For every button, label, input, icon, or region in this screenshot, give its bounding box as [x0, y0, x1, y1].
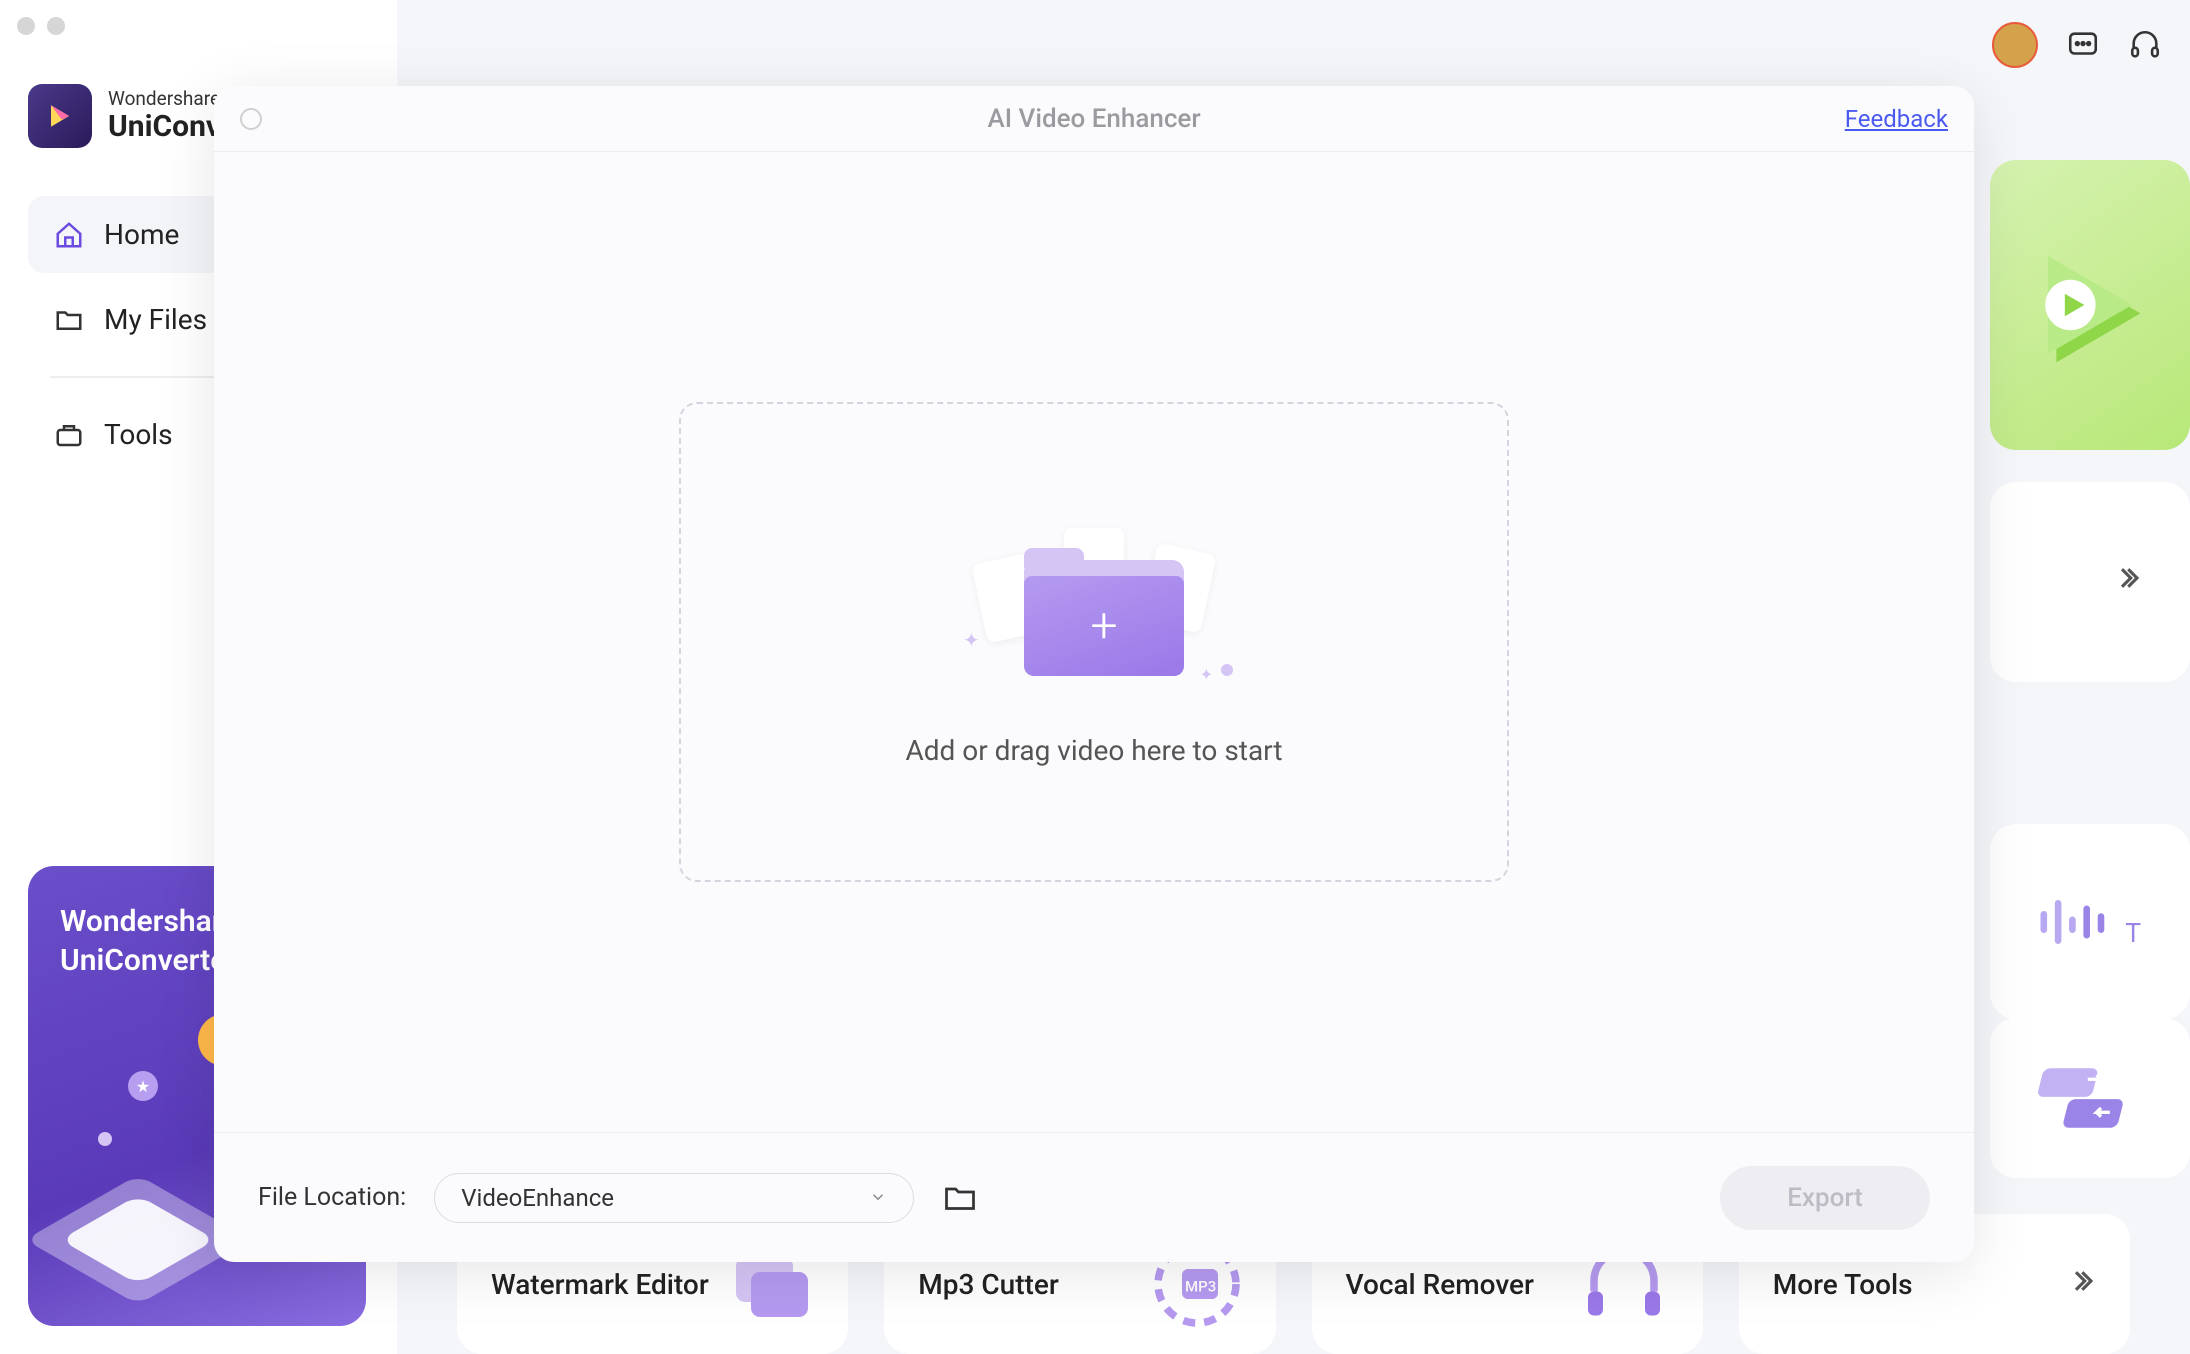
- file-location-label: File Location:: [258, 1183, 406, 1212]
- tool-card-label: More Tools: [1773, 1268, 1913, 1301]
- modal-close-button[interactable]: [240, 108, 262, 130]
- tool-card-label: Vocal Remover: [1346, 1268, 1534, 1301]
- star-icon: ★: [128, 1071, 158, 1101]
- logo-icon: [28, 84, 92, 148]
- drop-zone-illustration: + ✦ ✦: [969, 518, 1219, 678]
- sidebar-item-label: Home: [104, 218, 179, 251]
- scrollbar-thumb[interactable]: [2176, 14, 2186, 1075]
- folder-icon: [54, 305, 84, 335]
- svg-text:MP3: MP3: [1185, 1278, 1216, 1296]
- chevron-right-icon: [2112, 562, 2142, 602]
- ai-video-enhancer-modal: AI Video Enhancer Feedback + ✦ ✦ Add or …: [214, 86, 1974, 1262]
- transfer-icon: [2035, 1053, 2145, 1143]
- chevron-right-icon: [2066, 1266, 2096, 1303]
- promo-decoration: [98, 1132, 112, 1146]
- header-actions: [1992, 22, 2162, 68]
- feature-tile[interactable]: [1990, 160, 2190, 450]
- video-drop-zone[interactable]: + ✦ ✦ Add or drag video here to start: [679, 402, 1509, 882]
- modal-footer: File Location: VideoEnhance Export: [214, 1132, 1974, 1262]
- scrollbar[interactable]: [2174, 14, 2188, 1340]
- modal-header: AI Video Enhancer Feedback: [214, 86, 1974, 152]
- audio-wave-icon: T: [2035, 882, 2145, 962]
- window-controls[interactable]: [17, 17, 65, 35]
- svg-text:T: T: [2125, 918, 2141, 948]
- sidebar-item-label: My Files: [104, 303, 207, 336]
- window-close-dot[interactable]: [17, 17, 35, 35]
- home-icon: [54, 220, 84, 250]
- window-minimize-dot[interactable]: [47, 17, 65, 35]
- chat-icon[interactable]: [2066, 28, 2100, 62]
- export-button[interactable]: Export: [1720, 1166, 1930, 1230]
- modal-title: AI Video Enhancer: [987, 104, 1200, 134]
- file-location-select[interactable]: VideoEnhance: [434, 1173, 914, 1223]
- briefcase-icon: [54, 420, 84, 450]
- play-icon: [2020, 235, 2160, 375]
- chevron-down-icon: [869, 1184, 887, 1212]
- tool-card-label: Watermark Editor: [491, 1268, 709, 1301]
- drop-zone-text: Add or drag video here to start: [905, 734, 1282, 767]
- tool-card-label: Mp3 Cutter: [918, 1268, 1059, 1301]
- feedback-link[interactable]: Feedback: [1845, 105, 1948, 133]
- open-folder-button[interactable]: [942, 1180, 978, 1216]
- feature-tile[interactable]: [1990, 1018, 2190, 1178]
- feature-tile[interactable]: [1990, 482, 2190, 682]
- add-icon: +: [1024, 576, 1184, 676]
- headset-icon[interactable]: [2128, 28, 2162, 62]
- user-avatar[interactable]: [1992, 22, 2038, 68]
- sidebar-item-label: Tools: [104, 418, 173, 451]
- modal-body: + ✦ ✦ Add or drag video here to start: [214, 152, 1974, 1132]
- file-location-value: VideoEnhance: [461, 1184, 614, 1212]
- feature-tile[interactable]: T: [1990, 824, 2190, 1019]
